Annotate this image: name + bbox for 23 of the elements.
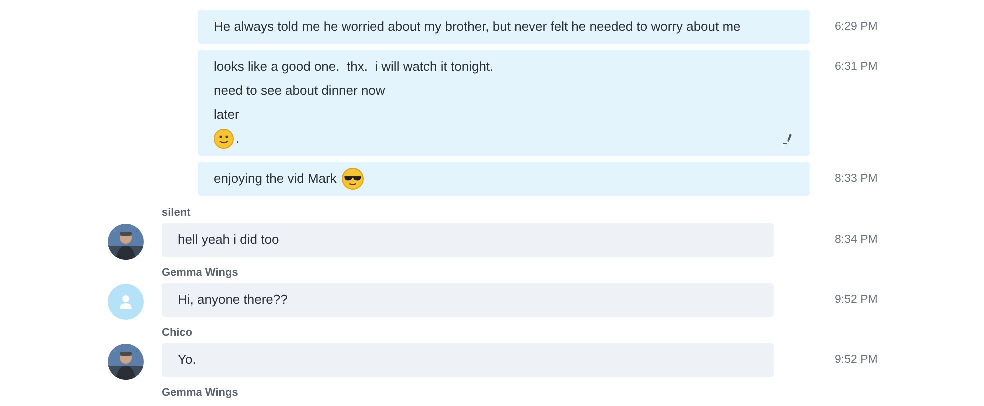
sunglasses-face-icon xyxy=(342,168,364,190)
smiley-icon xyxy=(214,129,234,149)
message-text: Hi, anyone there?? xyxy=(178,291,288,309)
message-time: 8:33 PM xyxy=(835,172,878,187)
message-text: He always told me he worried about my brother, but never felt he needed to worry about me xyxy=(214,18,741,36)
message-text: looks like a good one. thx. i will watch it tonight. xyxy=(214,58,494,76)
sender-name: silent xyxy=(162,206,192,220)
message-time: 9:52 PM xyxy=(835,353,878,368)
sender-name: Chico xyxy=(162,326,194,340)
sender-name: Gemma Wings xyxy=(162,266,240,280)
message-time: 8:34 PM xyxy=(835,233,878,248)
message-text: hell yeah i did too xyxy=(178,231,280,249)
message-time: 6:31 PM xyxy=(835,60,878,75)
message-text: enjoying the vid Mark xyxy=(214,170,337,188)
pencil-icon xyxy=(782,133,794,145)
message-text: need to see about dinner now xyxy=(214,82,386,100)
message-time: 6:29 PM xyxy=(835,20,878,35)
message-text: Yo. xyxy=(178,351,196,369)
person-icon xyxy=(118,294,134,310)
message-text: . xyxy=(236,130,240,148)
message-text: later xyxy=(214,106,240,124)
message-time: 9:52 PM xyxy=(835,293,878,308)
sender-name: Gemma Wings xyxy=(162,386,238,400)
